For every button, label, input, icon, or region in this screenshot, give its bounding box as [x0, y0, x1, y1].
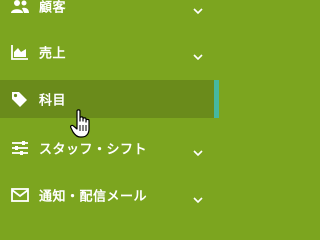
sidebar-item-label: 科目	[39, 93, 67, 109]
tags-icon	[10, 89, 30, 109]
sidebar-item-label: スタッフ・シフト	[39, 142, 148, 158]
hand-pointer-icon	[70, 109, 94, 139]
sidebar-item-sales[interactable]: 売上	[0, 33, 219, 71]
chevron-down-icon	[193, 143, 203, 157]
sidebar-item-label: 顧客	[39, 0, 67, 16]
sliders-icon	[10, 138, 30, 158]
users-icon	[10, 0, 30, 16]
sidebar-item-label: 売上	[39, 46, 67, 62]
sidebar-item-label: 通知・配信メール	[39, 189, 148, 205]
envelope-icon	[10, 185, 30, 205]
sidebar-menu: 顧客 売上 科目 スタッフ・シフト 通知・配信メール	[0, 0, 219, 221]
sidebar-item-staff-shift[interactable]: スタッフ・シフト	[0, 129, 219, 167]
chevron-down-icon	[193, 1, 203, 15]
chevron-down-icon	[193, 190, 203, 204]
area-chart-icon	[10, 42, 30, 62]
chevron-down-icon	[193, 47, 203, 61]
sidebar-item-subjects[interactable]: 科目	[0, 80, 219, 118]
sidebar-item-notifications-mail[interactable]: 通知・配信メール	[0, 176, 219, 214]
sidebar-item-customers[interactable]: 顧客	[0, 0, 219, 25]
